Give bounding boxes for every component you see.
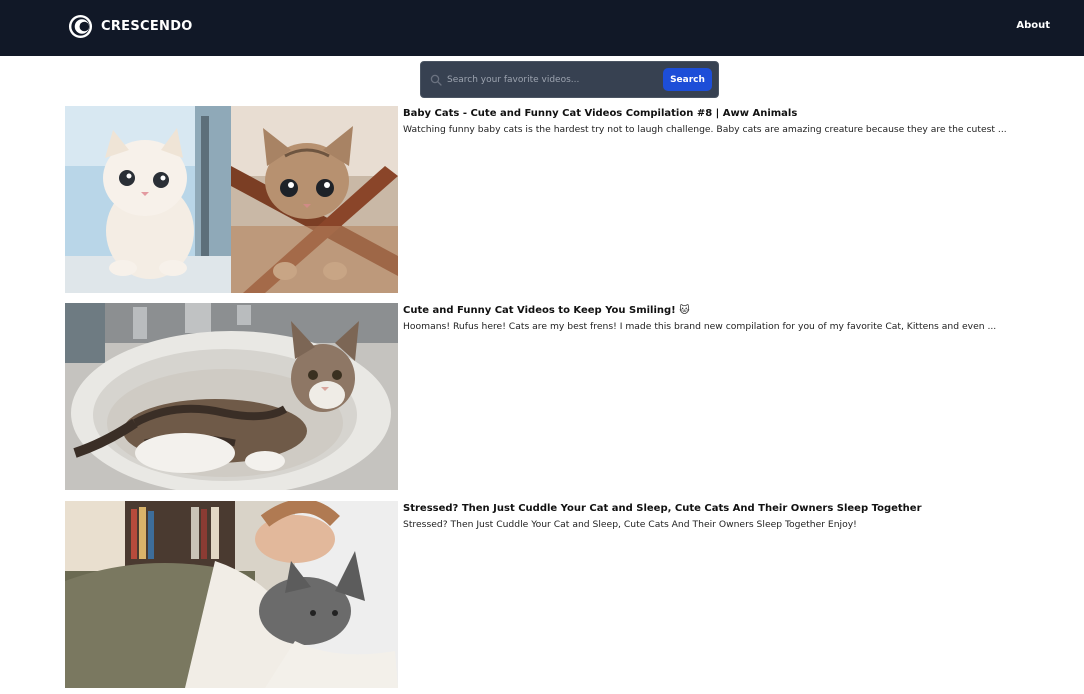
video-description: Hoomans! Rufus here! Cats are my best fr… (403, 321, 997, 332)
video-description: Stressed? Then Just Cuddle Your Cat and … (403, 519, 857, 530)
nav-about-link[interactable]: About (1016, 20, 1050, 31)
top-navbar: CRESCENDO About (0, 0, 1084, 56)
video-thumbnail-cat-in-sink[interactable] (65, 303, 398, 490)
video-title[interactable]: Stressed? Then Just Cuddle Your Cat and … (403, 503, 922, 514)
brand-home-link[interactable]: CRESCENDO (68, 14, 193, 39)
crescendo-logo-icon (68, 14, 93, 39)
search-button[interactable]: Search (663, 68, 712, 91)
video-result-item[interactable]: Baby Cats - Cute and Funny Cat Videos Co… (65, 106, 1065, 293)
video-thumbnail-sleeping-with-cat[interactable] (65, 501, 398, 688)
video-title[interactable]: Cute and Funny Cat Videos to Keep You Sm… (403, 305, 690, 316)
video-thumbnail-kittens[interactable] (65, 106, 398, 293)
video-result-item[interactable]: Cute and Funny Cat Videos to Keep You Sm… (65, 303, 1065, 490)
brand-name: CRESCENDO (101, 19, 193, 34)
search-input[interactable] (447, 70, 657, 90)
search-icon (430, 74, 442, 86)
video-description: Watching funny baby cats is the hardest … (403, 124, 1007, 135)
search-bar: Search (420, 61, 719, 98)
video-result-item[interactable]: Stressed? Then Just Cuddle Your Cat and … (65, 501, 1065, 688)
video-title[interactable]: Baby Cats - Cute and Funny Cat Videos Co… (403, 108, 797, 119)
